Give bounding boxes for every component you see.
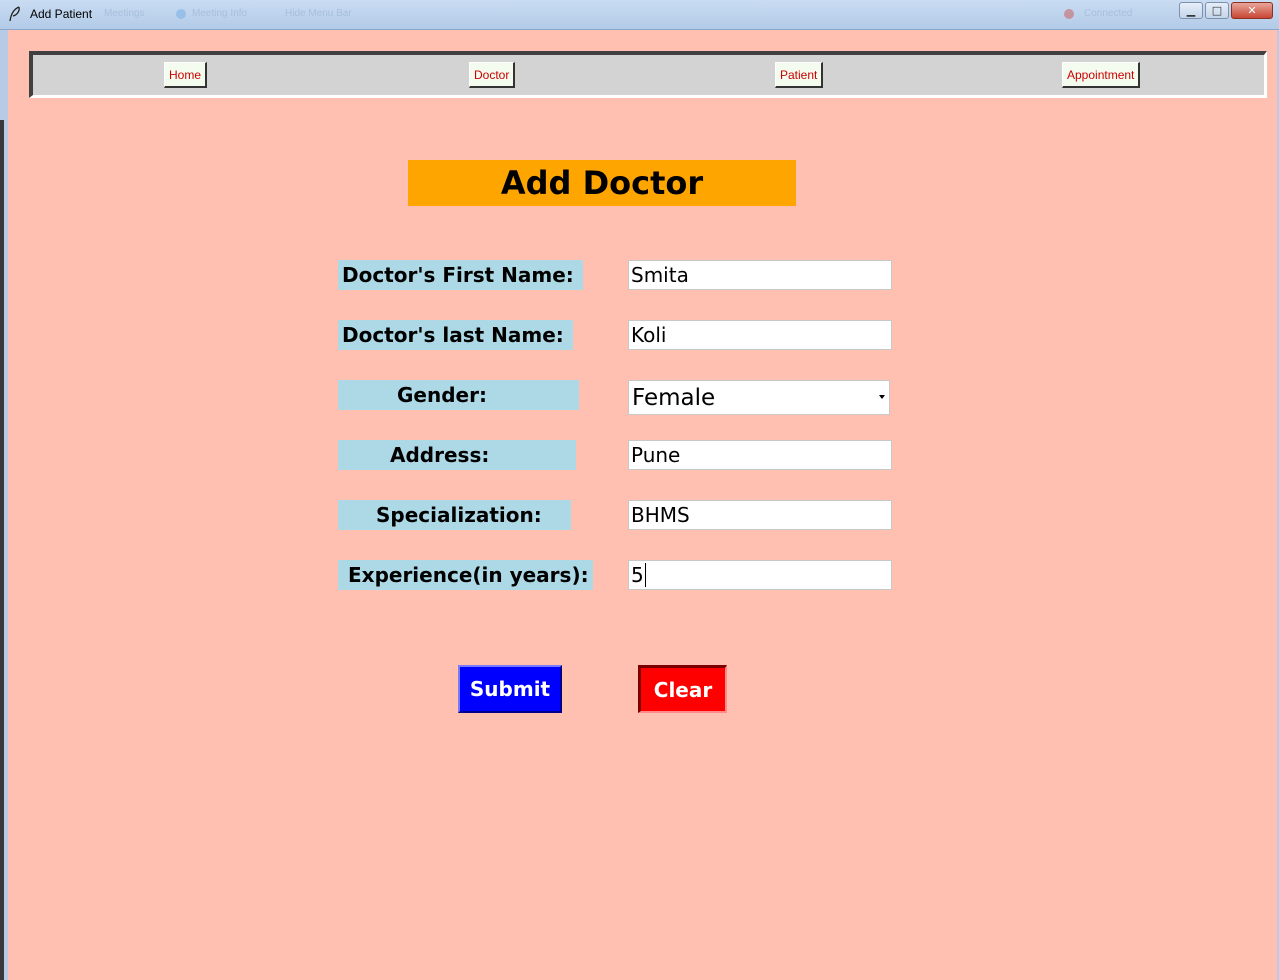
page-title: Add Doctor: [408, 160, 796, 206]
gender-label: Gender:: [338, 380, 579, 410]
ghost-record-icon: [1064, 9, 1074, 19]
gender-select[interactable]: Female: [628, 380, 890, 415]
last-name-label: Doctor's last Name:: [338, 320, 573, 350]
ghost-hide-menu: Hide Menu Bar: [285, 8, 352, 19]
window-controls: ▁ □ ✕: [1179, 2, 1273, 19]
maximize-button[interactable]: □: [1205, 2, 1229, 19]
last-name-field[interactable]: Koli: [628, 320, 892, 350]
close-icon: ✕: [1247, 4, 1257, 17]
minimize-icon: ▁: [1186, 4, 1196, 17]
specialization-label: Specialization:: [338, 500, 571, 530]
window-title: Add Patient: [30, 7, 93, 21]
address-label: Address:: [338, 440, 576, 470]
maximize-icon: □: [1211, 4, 1223, 17]
close-button[interactable]: ✕: [1231, 2, 1273, 19]
ghost-meetings: Meetings: [104, 8, 145, 19]
chevron-down-icon: [879, 395, 885, 399]
address-field[interactable]: Pune: [628, 440, 892, 470]
feather-icon: [9, 6, 20, 22]
experience-value: 5: [631, 563, 644, 587]
window-edge-shadow: [0, 120, 4, 980]
first-name-field[interactable]: Smita: [628, 260, 892, 290]
text-cursor: [644, 563, 646, 587]
ghost-meeting-info: Meeting Info: [192, 8, 248, 19]
submit-button[interactable]: Submit: [458, 665, 562, 713]
first-name-label: Doctor's First Name:: [338, 260, 583, 290]
gender-selected-value: Female: [632, 384, 716, 411]
nav-patient-button[interactable]: Patient: [775, 62, 824, 88]
ghost-connected: Connected: [1084, 8, 1133, 19]
nav-bar: Home Doctor Patient Appointment: [29, 51, 1267, 98]
nav-doctor-button[interactable]: Doctor: [469, 62, 516, 88]
experience-field[interactable]: 5: [628, 560, 892, 590]
experience-label: Experience(in years):: [338, 560, 593, 590]
window-titlebar: Add Patient Meetings Meeting Info Hide M…: [0, 0, 1279, 30]
main-content: Home Doctor Patient Appointment Add Doct…: [8, 30, 1277, 980]
nav-appointment-button[interactable]: Appointment: [1062, 62, 1141, 88]
nav-home-button[interactable]: Home: [164, 62, 208, 88]
ghost-dot-icon: [176, 9, 186, 19]
minimize-button[interactable]: ▁: [1179, 2, 1203, 19]
specialization-field[interactable]: BHMS: [628, 500, 892, 530]
clear-button[interactable]: Clear: [638, 665, 727, 713]
